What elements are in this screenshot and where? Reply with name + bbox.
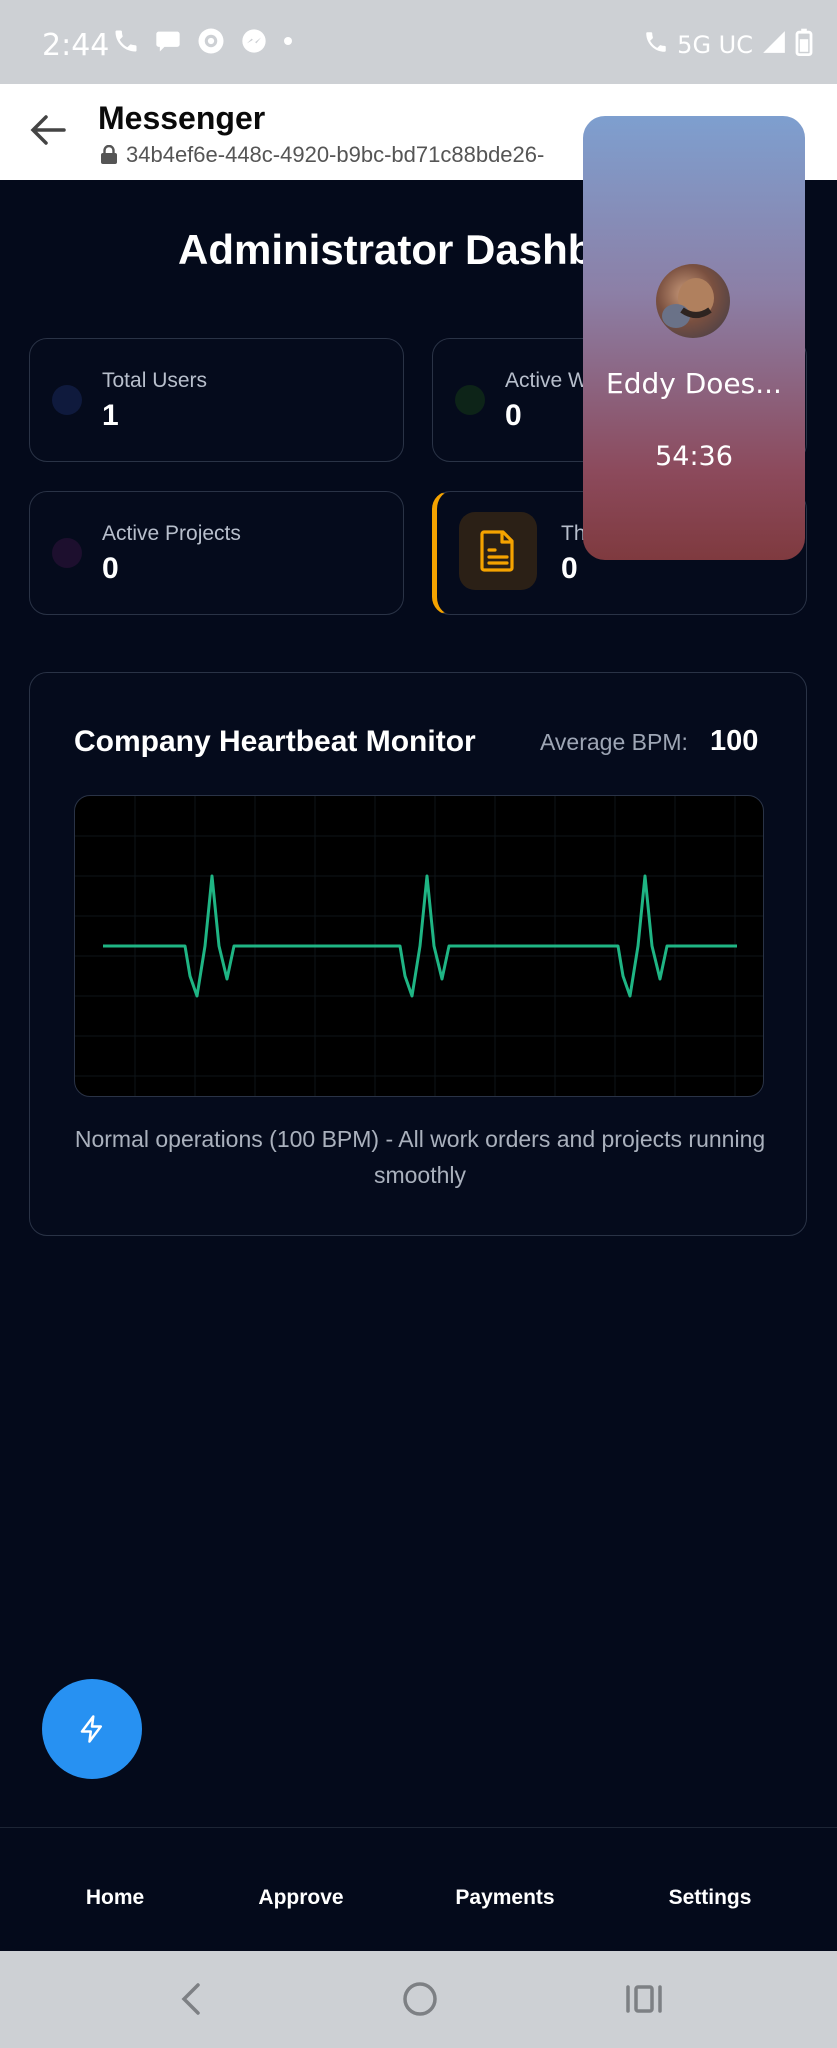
status-bar: 2:44 5G UC xyxy=(0,0,837,84)
url-text: 34b4ef6e-448c-4920-b9bc-bd71c88bde26- xyxy=(126,142,545,167)
system-home-button[interactable] xyxy=(400,1979,440,2024)
heartbeat-card: Company Heartbeat Monitor Average BPM: 1… xyxy=(29,672,807,1236)
heartbeat-note: Normal operations (100 BPM) - All work o… xyxy=(74,1126,766,1188)
back-arrow-icon xyxy=(30,115,66,145)
work-orders-icon xyxy=(455,385,485,415)
call-duration: 54:36 xyxy=(655,441,733,472)
dot-icon xyxy=(282,35,294,47)
avatar xyxy=(656,264,730,338)
back-button[interactable] xyxy=(24,106,72,159)
chevron-left-icon xyxy=(181,1983,200,2015)
avg-bpm-value: 100 xyxy=(710,725,759,757)
page-title: Administrator Dashbo xyxy=(178,226,620,273)
recents-icon xyxy=(626,1985,662,2013)
phone-icon xyxy=(112,27,140,55)
heartbeat-title: Company Heartbeat Monitor xyxy=(74,725,476,758)
heartbeat-graph xyxy=(74,795,764,1097)
system-back-button[interactable] xyxy=(176,1979,206,2024)
nav-approve[interactable]: Approve xyxy=(258,1886,343,1910)
status-right: 5G UC xyxy=(643,28,813,62)
battery-icon xyxy=(795,28,813,62)
ecg-line xyxy=(103,874,737,998)
document-icon xyxy=(459,512,537,590)
url-row: 34b4ef6e-448c-4920-b9bc-bd71c88bde26- xyxy=(100,142,544,168)
status-time: 2:44 xyxy=(42,28,110,63)
nav-settings[interactable]: Settings xyxy=(669,1886,752,1910)
network-label: 5G UC xyxy=(677,31,753,59)
messenger-icon xyxy=(240,27,268,55)
stat-value: 0 xyxy=(102,552,119,585)
home-circle-icon xyxy=(403,1982,437,2016)
ecg-chart xyxy=(75,796,763,1096)
stat-card-active-projects[interactable]: Active Projects 0 xyxy=(29,491,404,615)
caller-name: Eddy Does... xyxy=(606,367,782,400)
lock-icon xyxy=(101,145,117,164)
projects-icon xyxy=(52,538,82,568)
lightning-icon xyxy=(80,1715,102,1743)
call-bubble[interactable]: Eddy Does... 54:36 xyxy=(583,116,805,560)
stat-card-total-users[interactable]: Total Users 1 xyxy=(29,338,404,462)
stat-value: 1 xyxy=(102,399,119,432)
wifi-call-icon xyxy=(643,29,669,61)
notification-icons xyxy=(112,26,294,56)
stat-label: Th xyxy=(561,522,586,545)
users-icon xyxy=(52,385,82,415)
signal-icon xyxy=(761,29,787,61)
chat-icon xyxy=(154,27,182,55)
stat-value: 0 xyxy=(505,399,522,432)
stat-label: Total Users xyxy=(102,369,208,392)
app-title: Messenger xyxy=(98,100,266,136)
app-icon xyxy=(196,26,226,56)
bottom-nav: Home Approve Payments Settings xyxy=(0,1827,837,1951)
stat-label: Active Projects xyxy=(102,522,241,545)
nav-payments[interactable]: Payments xyxy=(455,1886,554,1910)
stat-value: 0 xyxy=(561,552,578,585)
avg-bpm-label: Average BPM: xyxy=(540,729,688,755)
stat-label: Active W xyxy=(505,369,588,392)
nav-home[interactable]: Home xyxy=(86,1886,144,1910)
system-nav-bar xyxy=(0,1951,837,2048)
system-recents-button[interactable] xyxy=(624,1979,664,2024)
quick-action-button[interactable] xyxy=(42,1679,142,1779)
